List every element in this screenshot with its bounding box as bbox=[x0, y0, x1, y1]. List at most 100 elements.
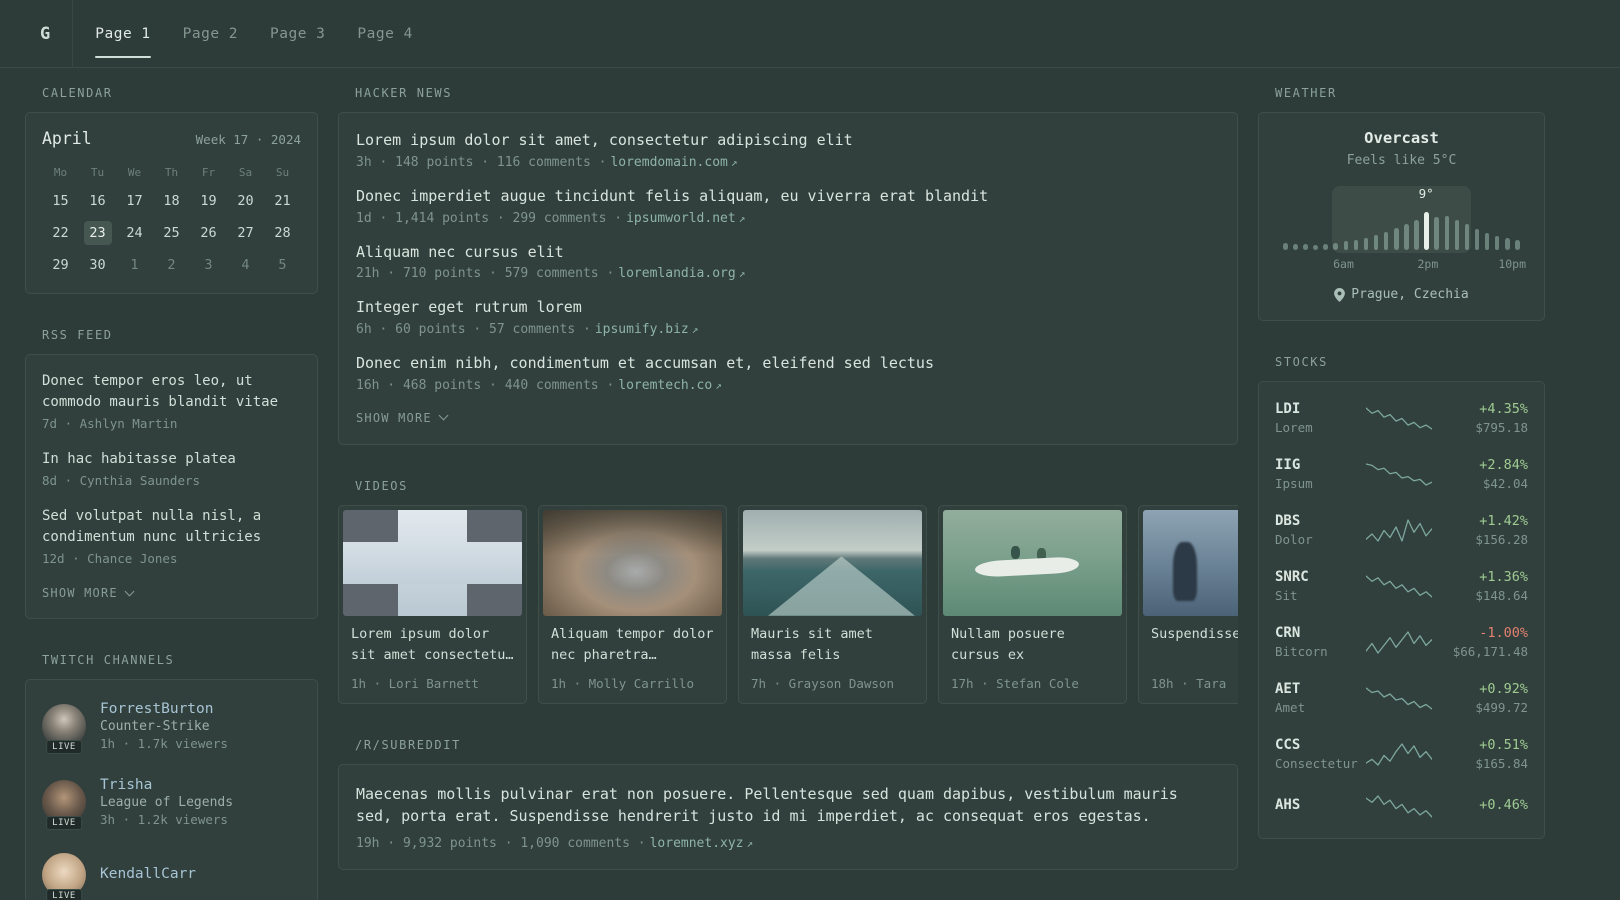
video-card[interactable]: Aliquam tempor dolor nec pharetra… 1h · … bbox=[538, 504, 727, 704]
stock-id: LDI Lorem bbox=[1275, 401, 1361, 435]
nav-tab[interactable]: Page 1 bbox=[95, 0, 152, 68]
hackernews-show-more-button[interactable]: SHOW MORE bbox=[356, 409, 449, 427]
video-title[interactable]: Aliquam tempor dolor nec pharetra… bbox=[543, 616, 722, 666]
rss-item-title[interactable]: Sed volutpat nulla nisl, a condimentum n… bbox=[42, 506, 301, 548]
hackernews-item-domain[interactable]: loremlandia.org ↗ bbox=[618, 266, 745, 281]
rss-item-meta: 12d · Chance Jones bbox=[42, 551, 178, 566]
hackernews-item-title[interactable]: Donec enim nibh, condimentum et accumsan… bbox=[356, 353, 1220, 375]
calendar-day[interactable]: 4 bbox=[232, 253, 260, 277]
calendar-widget-title: CALENDAR bbox=[42, 86, 113, 100]
twitch-channel[interactable]: LIVE Trisha League of Legends 3h · 1.2k … bbox=[42, 764, 301, 840]
stock-name: Dolor bbox=[1275, 532, 1313, 547]
hackernews-item-domain[interactable]: ipsumworld.net ↗ bbox=[626, 211, 745, 226]
top-nav-bar: G Page 1 Page 2 Page 3 Page 4 bbox=[0, 0, 1620, 68]
show-more-label: SHOW MORE bbox=[356, 410, 432, 425]
stock-symbol: AET bbox=[1275, 681, 1301, 697]
calendar-day[interactable]: 23 bbox=[83, 221, 112, 245]
weather-hour-bar bbox=[1383, 232, 1389, 250]
video-card[interactable]: Lorem ipsum dolor sit amet consectetu… 1… bbox=[338, 504, 527, 704]
rss-item-title[interactable]: Donec tempor eros leo, ut commodo mauris… bbox=[42, 371, 301, 413]
videos-widget-title: VIDEOS bbox=[355, 478, 408, 493]
calendar-day[interactable]: 21 bbox=[269, 189, 297, 213]
channel-name[interactable]: ForrestBurton bbox=[100, 701, 228, 717]
dashboard-columns: CALENDAR April Week 17 · 2024 Mo Tu We Th Fr… bbox=[25, 86, 1545, 900]
calendar-day[interactable]: 20 bbox=[232, 189, 260, 213]
stock-row[interactable]: SNRC Sit +1.36% $148.64 bbox=[1275, 558, 1528, 614]
rss-item-title[interactable]: In hac habitasse platea bbox=[42, 449, 301, 470]
stock-name: Ipsum bbox=[1275, 476, 1313, 491]
video-card[interactable]: Nullam posuere cursus ex 17h · Stefan Co… bbox=[938, 504, 1127, 704]
calendar-day[interactable]: 28 bbox=[269, 221, 297, 245]
stock-name: Amet bbox=[1275, 700, 1306, 715]
app-logo[interactable]: G bbox=[40, 24, 50, 44]
stock-sparkline bbox=[1361, 685, 1436, 711]
stock-row[interactable]: DBS Dolor +1.42% $156.28 bbox=[1275, 502, 1528, 558]
weather-hour-bar bbox=[1414, 220, 1419, 250]
video-thumbnail[interactable] bbox=[543, 509, 722, 616]
stock-row[interactable]: LDI Lorem +4.35% $795.18 bbox=[1275, 390, 1528, 446]
hackernews-item-title[interactable]: Aliquam nec cursus elit bbox=[356, 242, 1220, 264]
calendar-day[interactable]: 1 bbox=[121, 253, 149, 277]
stock-row[interactable]: IIG Ipsum +2.84% $42.04 bbox=[1275, 446, 1528, 502]
calendar-day[interactable]: 16 bbox=[84, 189, 112, 213]
stock-price: $156.28 bbox=[1475, 532, 1528, 547]
video-title[interactable]: Mauris sit amet massa felis bbox=[743, 616, 922, 666]
stock-name: Consectetur bbox=[1275, 756, 1358, 771]
hackernews-item-domain[interactable]: loremdomain.com ↗ bbox=[610, 155, 737, 170]
channel-game[interactable]: Counter-Strike bbox=[100, 719, 228, 734]
stock-price: $499.72 bbox=[1475, 700, 1528, 715]
twitch-channel[interactable]: LIVE ForrestBurton Counter-Strike 1h · 1… bbox=[42, 688, 301, 764]
channel-game[interactable]: League of Legends bbox=[100, 795, 233, 810]
video-thumbnail[interactable] bbox=[1143, 509, 1238, 616]
rss-show-more-button[interactable]: SHOW MORE bbox=[42, 584, 135, 602]
video-card[interactable]: Mauris sit amet massa felis 7h · Grayson… bbox=[738, 504, 927, 704]
hackernews-item-domain[interactable]: loremtech.co ↗ bbox=[618, 378, 722, 393]
channel-name[interactable]: KendallCarr bbox=[100, 866, 196, 882]
channel-name[interactable]: Trisha bbox=[100, 777, 233, 793]
video-card[interactable]: Suspendisse diam 18h · Tara bbox=[1138, 504, 1238, 704]
stock-id: SNRC Sit bbox=[1275, 569, 1361, 603]
calendar-day[interactable]: 30 bbox=[84, 253, 112, 277]
stock-id: AET Amet bbox=[1275, 681, 1361, 715]
video-title[interactable]: Lorem ipsum dolor sit amet consectetu… bbox=[343, 616, 522, 666]
hackernews-item-meta: 6h · 60 points · 57 comments · ipsumify.b… bbox=[356, 322, 1220, 337]
calendar-day[interactable]: 2 bbox=[158, 253, 186, 277]
calendar-day[interactable]: 3 bbox=[195, 253, 223, 277]
weather-hour-bar bbox=[1484, 233, 1490, 250]
calendar-day[interactable]: 15 bbox=[47, 189, 75, 213]
video-title[interactable]: Suspendisse diam bbox=[1143, 616, 1238, 645]
nav-tab[interactable]: Page 2 bbox=[183, 0, 238, 68]
calendar-day[interactable]: 22 bbox=[47, 221, 75, 245]
domain-text: ipsumify.biz bbox=[594, 322, 689, 337]
calendar-day[interactable]: 19 bbox=[195, 189, 223, 213]
video-title[interactable]: Nullam posuere cursus ex bbox=[943, 616, 1122, 666]
calendar-day[interactable]: 18 bbox=[158, 189, 186, 213]
hackernews-item-meta: 3h · 148 points · 116 comments · loremdom… bbox=[356, 155, 1220, 170]
stock-row[interactable]: AET Amet +0.92% $499.72 bbox=[1275, 670, 1528, 726]
stock-row[interactable]: CRN Bitcorn -1.00% $66,171.48 bbox=[1275, 614, 1528, 670]
calendar-day[interactable]: 5 bbox=[269, 253, 297, 277]
hackernews-item-title[interactable]: Donec imperdiet augue tincidunt felis al… bbox=[356, 186, 1220, 208]
stock-row[interactable]: CCS Consectetur +0.51% $165.84 bbox=[1275, 726, 1528, 782]
twitch-channel[interactable]: LIVE KendallCarr bbox=[42, 840, 301, 900]
stock-values: +0.46% bbox=[1436, 797, 1528, 816]
calendar-day[interactable]: 25 bbox=[158, 221, 186, 245]
calendar-day[interactable]: 27 bbox=[232, 221, 260, 245]
video-thumbnail[interactable] bbox=[343, 509, 522, 616]
hackernews-item-domain[interactable]: ipsumify.biz ↗ bbox=[595, 322, 699, 337]
subreddit-post-domain[interactable]: loremnet.xyz ↗ bbox=[650, 836, 754, 851]
rss-widget-title: RSS FEED bbox=[42, 328, 113, 342]
hackernews-item-title[interactable]: Integer eget rutrum lorem bbox=[356, 297, 1220, 319]
stock-row[interactable]: AHS +0.46% bbox=[1275, 782, 1528, 830]
nav-tab[interactable]: Page 3 bbox=[270, 0, 325, 68]
subreddit-post-title[interactable]: Maecenas mollis pulvinar erat non posuer… bbox=[356, 783, 1220, 828]
nav-tab[interactable]: Page 4 bbox=[357, 0, 412, 68]
calendar-day[interactable]: 26 bbox=[195, 221, 223, 245]
video-thumbnail[interactable] bbox=[743, 509, 922, 616]
calendar-day[interactable]: 24 bbox=[121, 221, 149, 245]
video-thumbnail[interactable] bbox=[943, 509, 1122, 616]
channel-viewers: 1h · 1.7k viewers bbox=[100, 736, 228, 751]
hackernews-item-title[interactable]: Lorem ipsum dolor sit amet, consectetur … bbox=[356, 130, 1220, 152]
calendar-day[interactable]: 29 bbox=[47, 253, 75, 277]
calendar-day[interactable]: 17 bbox=[121, 189, 149, 213]
